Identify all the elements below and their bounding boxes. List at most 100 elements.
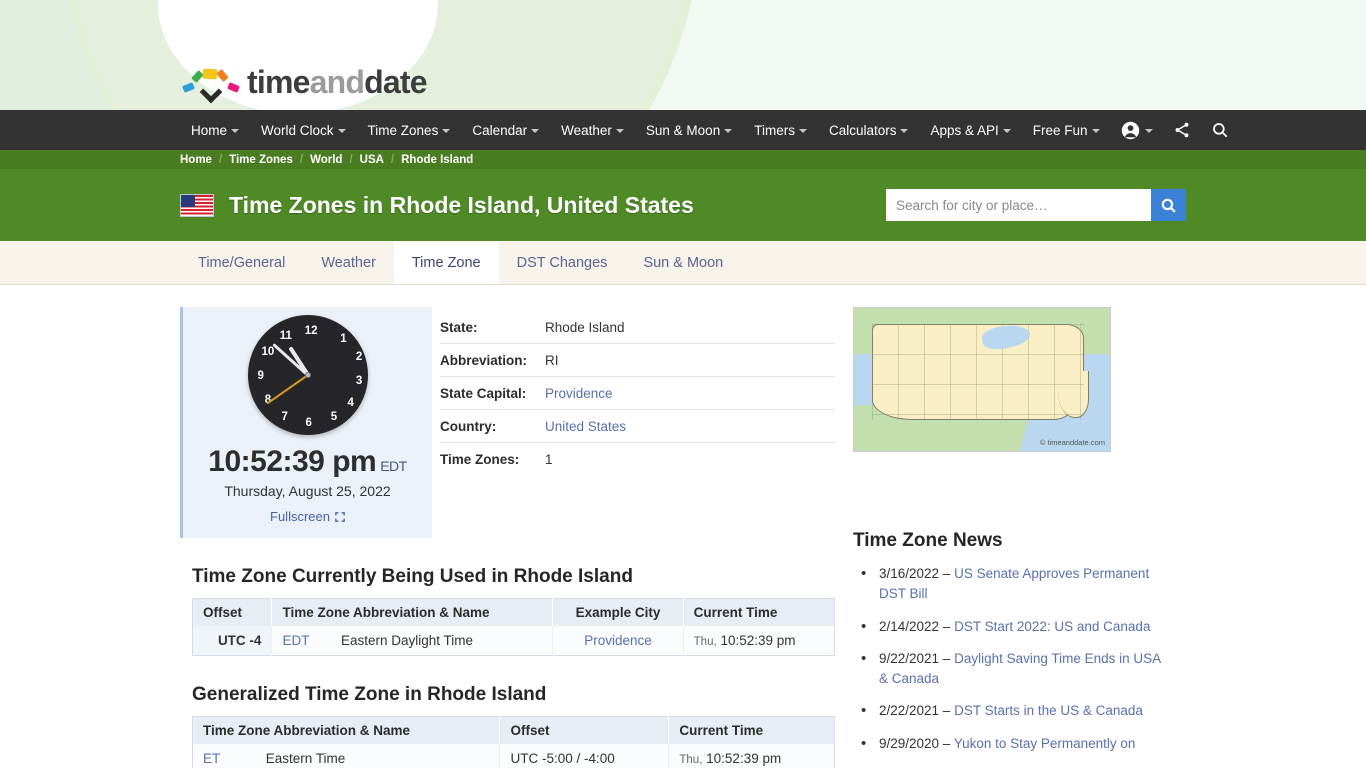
nav-item-weather[interactable]: Weather xyxy=(550,110,635,150)
analog-clock: 1 2 3 4 5 6 7 8 9 10 11 12 xyxy=(247,315,368,435)
info-value-link[interactable]: Providence xyxy=(545,386,613,401)
cell-current-time: Thu, 10:52:39 pm xyxy=(683,626,835,656)
nav-item-calendar[interactable]: Calendar xyxy=(461,110,550,150)
news-link[interactable]: Yukon to Stay Permanently on xyxy=(954,736,1136,751)
tab-sun-moon[interactable]: Sun & Moon xyxy=(625,241,741,284)
clock-numeral: 11 xyxy=(279,329,292,342)
breadcrumb-separator: / xyxy=(299,153,304,166)
chevron-down-icon xyxy=(798,129,807,133)
clock-numeral: 5 xyxy=(330,411,338,424)
nav-item-calculators[interactable]: Calculators xyxy=(818,110,920,150)
column-abbr-name: Time Zone Abbreviation & Name xyxy=(192,716,501,744)
info-label: Abbreviation: xyxy=(440,352,528,368)
nav-item-sun-moon[interactable]: Sun & Moon xyxy=(635,110,743,150)
nav-item-free-fun[interactable]: Free Fun xyxy=(1022,110,1111,150)
page-body: 1 2 3 4 5 6 7 8 9 10 11 12 xyxy=(0,285,1366,768)
breadcrumb-separator: / xyxy=(390,153,395,166)
clock-numeral: 2 xyxy=(355,351,363,364)
site-logo[interactable]: timeanddate xyxy=(182,60,428,104)
cell-current-time: Thu, 10:52:39 pm xyxy=(668,744,835,768)
info-row-state: State: Rhode Island xyxy=(440,311,835,344)
clock-center-pivot xyxy=(304,372,311,378)
info-label: Time Zones: xyxy=(440,452,520,467)
day-of-week: Thu, xyxy=(679,754,703,766)
news-date: 9/29/2020 – xyxy=(879,735,954,751)
column-example-city: Example City xyxy=(552,598,684,626)
cell-offset: UTC -5:00 / -4:00 xyxy=(499,744,670,768)
table-row: ET Eastern Time UTC -5:00 / -4:00 Thu, 1… xyxy=(192,744,835,768)
nav-label: Sun & Moon xyxy=(645,122,721,138)
tab-time-general[interactable]: Time/General xyxy=(180,241,303,284)
share-icon xyxy=(1175,122,1189,138)
breadcrumb-item-home[interactable]: Home xyxy=(180,154,212,166)
timezone-abbr-link[interactable]: ET xyxy=(203,751,220,766)
nav-item-world-clock[interactable]: World Clock xyxy=(250,110,357,150)
us-flag-icon xyxy=(180,193,214,217)
nav-item-apps-api[interactable]: Apps & API xyxy=(919,110,1021,150)
cell-offset: UTC -4 xyxy=(192,626,273,656)
chevron-down-icon xyxy=(1002,129,1011,133)
news-date: 2/14/2022 – xyxy=(879,618,955,634)
info-row-state-capital: State Capital: Providence xyxy=(440,377,835,410)
tab-time-zone[interactable]: Time Zone xyxy=(393,241,499,284)
news-link[interactable]: DST Starts in the US & Canada xyxy=(954,703,1143,718)
column-offset: Offset xyxy=(192,598,273,626)
current-date: Thursday, August 25, 2022 xyxy=(224,483,391,499)
breadcrumb-item-usa[interactable]: USA xyxy=(360,154,384,166)
list-item: 9/22/2021 – Daylight Saving Time Ends in… xyxy=(853,648,1168,690)
chevron-down-icon xyxy=(1144,129,1153,133)
timezone-abbr-link[interactable]: EDT xyxy=(282,633,309,648)
list-item: 9/29/2020 – Yukon to Stay Permanently on xyxy=(853,732,1168,755)
search-icon xyxy=(1212,123,1227,138)
clock-numeral: 9 xyxy=(257,370,264,383)
nav-item-time-zones[interactable]: Time Zones xyxy=(357,110,462,150)
clock-numeral: 7 xyxy=(281,411,288,424)
breadcrumb-item-time-zones[interactable]: Time Zones xyxy=(229,154,293,166)
main-column: 1 2 3 4 5 6 7 8 9 10 11 12 xyxy=(180,307,835,768)
search-input[interactable] xyxy=(886,189,1151,221)
cell-example-city[interactable]: Providence xyxy=(552,626,684,656)
city-search xyxy=(886,189,1186,221)
search-button-nav[interactable] xyxy=(1201,110,1239,150)
nav-item-home[interactable]: Home xyxy=(180,110,250,150)
page-header: Time Zones in Rhode Island, United State… xyxy=(0,169,1366,241)
info-value-link[interactable]: United States xyxy=(545,419,626,434)
cell-abbr-name: EDT Eastern Daylight Time xyxy=(271,626,554,656)
current-timezone-heading: Time Zone Currently Being Used in Rhode … xyxy=(192,566,633,587)
search-icon xyxy=(1161,198,1176,213)
nav-label: Calculators xyxy=(828,122,897,138)
clock-numeral: 12 xyxy=(304,324,318,337)
fullscreen-link[interactable]: Fullscreen xyxy=(270,509,345,524)
page-title: Time Zones in Rhode Island, United State… xyxy=(229,191,694,218)
list-item: 3/16/2022 – US Senate Approves Permanent… xyxy=(853,563,1168,605)
cell-abbr-name: ET Eastern Time xyxy=(192,744,501,768)
breadcrumb-item-world[interactable]: World xyxy=(310,154,342,166)
news-date: 3/16/2022 – xyxy=(879,566,955,581)
nav-label: Calendar xyxy=(472,122,528,138)
info-label: State: xyxy=(440,319,478,335)
info-row-abbreviation: Abbreviation: RI xyxy=(440,344,835,377)
share-button[interactable] xyxy=(1163,110,1201,150)
us-map[interactable]: © timeanddate.com xyxy=(853,307,1111,452)
column-current-time: Current Time xyxy=(668,716,835,744)
day-of-week: Thu, xyxy=(693,636,717,648)
nav-label: Free Fun xyxy=(1032,122,1088,138)
account-menu[interactable] xyxy=(1111,110,1163,150)
logo-word-time: time xyxy=(247,64,310,100)
tab-dst-changes[interactable]: DST Changes xyxy=(499,241,626,284)
nav-item-timers[interactable]: Timers xyxy=(743,110,818,150)
list-item: 2/22/2021 – DST Starts in the US & Canad… xyxy=(853,700,1168,723)
news-link[interactable]: DST Start 2022: US and Canada xyxy=(954,619,1150,634)
clock-and-info: 1 2 3 4 5 6 7 8 9 10 11 12 xyxy=(180,307,835,538)
generalized-timezone-table: Time Zone Abbreviation & Name Offset Cur… xyxy=(192,716,835,768)
info-value: Rhode Island xyxy=(545,319,625,335)
tab-weather[interactable]: Weather xyxy=(303,241,394,284)
timezone-full-name: Eastern Daylight Time xyxy=(340,633,474,648)
site-banner: timeanddate xyxy=(0,0,1366,110)
chevron-down-icon xyxy=(724,129,733,133)
chevron-down-icon xyxy=(1091,129,1100,133)
timezone-full-name: Eastern Time xyxy=(265,751,346,766)
news-date: 9/22/2021 – xyxy=(879,650,955,666)
search-submit-button[interactable] xyxy=(1151,189,1186,221)
nav-label: Weather xyxy=(561,122,612,138)
